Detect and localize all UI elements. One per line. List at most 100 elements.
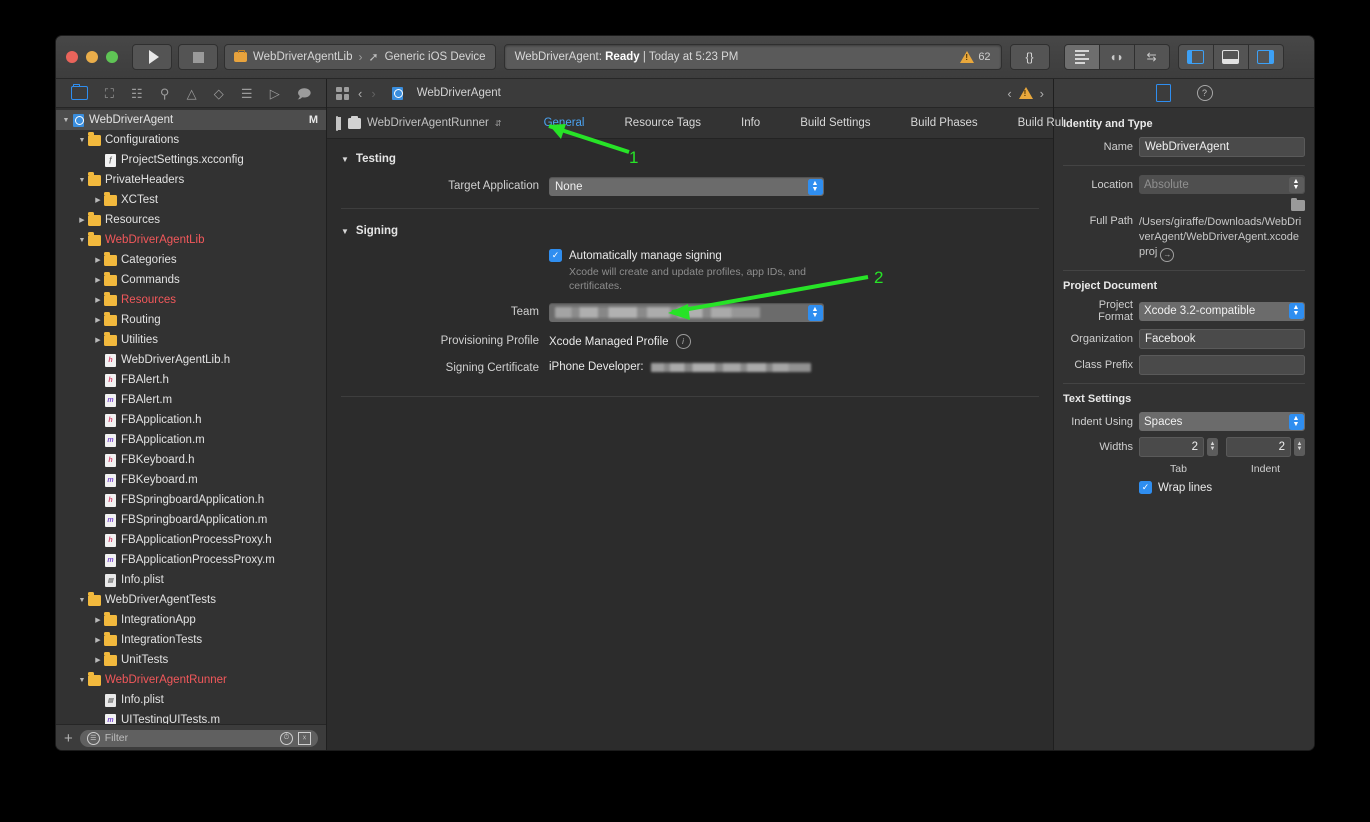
project-navigator-icon[interactable] [70, 84, 88, 100]
zoom-window-button[interactable] [106, 51, 118, 63]
source-control-navigator-icon[interactable]: ⛶ [105, 87, 114, 100]
tree-row[interactable]: m FBAlert.m [56, 390, 326, 410]
project-tree[interactable]: ▼ WebDriverAgent M ▼ Configurations ƒ ProjectS… [56, 108, 326, 724]
quick-help-icon[interactable]: ? [1196, 85, 1213, 101]
tab-build-rul[interactable]: Build Rul [998, 117, 1084, 129]
tree-row[interactable]: h FBApplicationProcessProxy.h [56, 530, 326, 550]
tree-row[interactable]: ▶ Resources [56, 290, 326, 310]
minimize-window-button[interactable] [86, 51, 98, 63]
disclosure-triangle-icon[interactable]: ▶ [92, 336, 104, 344]
tab-width-input[interactable]: 2 [1139, 437, 1204, 458]
version-editor-button[interactable]: ⇆ [1134, 44, 1170, 70]
tree-row[interactable]: ▼ WebDriverAgentLib [56, 230, 326, 250]
auto-manage-signing-checkbox[interactable]: ✓ [549, 249, 562, 262]
jumpbar-title[interactable]: WebDriverAgent [417, 87, 501, 99]
tree-row[interactable]: m UITestingUITests.m [56, 710, 326, 724]
close-window-button[interactable] [66, 51, 78, 63]
tree-row[interactable]: ▶ Resources [56, 210, 326, 230]
disclosure-triangle-icon[interactable]: ▶ [92, 616, 104, 624]
tree-row[interactable]: ▤ Info.plist [56, 690, 326, 710]
standard-editor-button[interactable] [1063, 44, 1100, 70]
indent-using-popup[interactable]: Spaces ▲ ▼ [1139, 412, 1305, 432]
disclosure-triangle-icon[interactable]: ▶ [76, 216, 88, 224]
class-prefix-input[interactable] [1139, 355, 1305, 376]
add-item-button[interactable]: + [64, 731, 73, 746]
related-items-icon[interactable] [336, 86, 349, 100]
issue-navigator-icon[interactable]: △ [187, 87, 197, 100]
disclosure-triangle-icon[interactable]: ▼ [76, 597, 88, 604]
indent-width-stepper-icon[interactable]: ▲ ▼ [1294, 438, 1305, 457]
file-inspector-icon[interactable] [1155, 84, 1171, 102]
tree-row[interactable]: ▶ XCTest [56, 190, 326, 210]
target-selector[interactable]: WebDriverAgentRunner ⇵ [338, 115, 502, 129]
debug-navigator-icon[interactable]: ☰ [241, 87, 253, 100]
source-control-filter-icon[interactable]: ☓ [298, 731, 311, 745]
run-button[interactable] [132, 44, 172, 70]
symbol-navigator-icon[interactable]: ☷ [131, 87, 143, 100]
disclosure-triangle-icon[interactable]: ▼ [60, 117, 72, 124]
tree-row[interactable]: ▶ Routing [56, 310, 326, 330]
tree-row[interactable]: ƒ ProjectSettings.xcconfig [56, 150, 326, 170]
stop-button[interactable] [178, 44, 218, 70]
next-issue-button[interactable]: › [1040, 86, 1044, 101]
tree-row[interactable]: ▼ WebDriverAgent M [56, 110, 326, 130]
previous-issue-button[interactable]: ‹ [1007, 86, 1011, 101]
disclosure-triangle-icon[interactable]: ▶ [92, 256, 104, 264]
wrap-lines-checkbox[interactable]: ✓ [1139, 481, 1152, 495]
tree-row[interactable]: h FBSpringboardApplication.h [56, 490, 326, 510]
breakpoint-navigator-icon[interactable]: ▷ [270, 87, 280, 100]
tree-row[interactable]: ▶ Commands [56, 270, 326, 290]
tree-row[interactable]: h FBApplication.h [56, 410, 326, 430]
tree-row[interactable]: h FBKeyboard.h [56, 450, 326, 470]
tree-row[interactable]: ▶ Categories [56, 250, 326, 270]
tree-row[interactable]: ▤ Info.plist [56, 570, 326, 590]
disclosure-triangle-icon[interactable]: ▼ [76, 677, 88, 684]
scheme-selector[interactable]: WebDriverAgentLib › ➚ Generic iOS Device [224, 44, 496, 70]
indent-width-stepper[interactable]: 2 ▲ ▼ [1226, 437, 1305, 458]
tree-row[interactable]: ▼ WebDriverAgentTests [56, 590, 326, 610]
signing-section-header[interactable]: ▼ Signing [327, 225, 1053, 237]
library-button[interactable]: {} [1009, 44, 1050, 70]
tree-row[interactable]: m FBApplication.m [56, 430, 326, 450]
tree-row[interactable]: m FBApplicationProcessProxy.m [56, 550, 326, 570]
target-application-popup[interactable]: None ▲ ▼ [549, 177, 824, 196]
tree-row[interactable]: ▶ IntegrationApp [56, 610, 326, 630]
name-input[interactable]: WebDriverAgent [1139, 137, 1305, 157]
team-popup[interactable]: ▲ ▼ [549, 303, 824, 323]
tree-row[interactable]: h WebDriverAgentLib.h [56, 350, 326, 370]
disclosure-triangle-icon[interactable]: ▶ [92, 316, 104, 324]
indent-width-input[interactable]: 2 [1226, 437, 1291, 458]
reveal-in-finder-icon[interactable]: → [1160, 248, 1175, 263]
navigator-toggle-button[interactable] [1177, 44, 1214, 70]
organization-input[interactable]: Facebook [1139, 329, 1305, 350]
tab-resource-tags[interactable]: Resource Tags [605, 117, 722, 129]
disclosure-triangle-icon[interactable]: ▶ [92, 196, 104, 204]
disclosure-triangle-icon[interactable]: ▶ [92, 636, 104, 644]
toggle-target-list-button[interactable] [336, 115, 341, 131]
disclosure-triangle-icon[interactable]: ▼ [76, 137, 88, 144]
tree-row[interactable]: h FBAlert.h [56, 370, 326, 390]
tree-row[interactable]: m FBKeyboard.m [56, 470, 326, 490]
debug-area-toggle-button[interactable] [1213, 44, 1249, 70]
tree-row[interactable]: ▼ WebDriverAgentRunner [56, 670, 326, 690]
test-navigator-icon[interactable]: ◇ [214, 87, 224, 100]
disclosure-triangle-icon[interactable]: ▶ [92, 276, 104, 284]
tree-row[interactable]: ▼ PrivateHeaders [56, 170, 326, 190]
tab-build-settings[interactable]: Build Settings [780, 117, 890, 129]
choose-folder-button[interactable] [1291, 197, 1305, 211]
navigate-forward-button[interactable]: › [371, 86, 375, 101]
tab-info[interactable]: Info [721, 117, 780, 129]
recent-icon[interactable]: ⏱ [280, 731, 293, 745]
filter-input[interactable]: ☰ Filter ⏱ ☓ [79, 729, 318, 747]
tree-row[interactable]: m FBSpringboardApplication.m [56, 510, 326, 530]
project-format-popup[interactable]: Xcode 3.2-compatible ▲ ▼ [1139, 301, 1305, 321]
navigate-back-button[interactable]: ‹ [358, 86, 362, 101]
location-popup[interactable]: Absolute ▲ ▼ [1139, 175, 1305, 194]
disclosure-triangle-icon[interactable]: ▼ [76, 237, 88, 244]
tree-row[interactable]: ▶ UnitTests [56, 650, 326, 670]
tab-width-stepper-icon[interactable]: ▲ ▼ [1207, 438, 1218, 457]
tab-general[interactable]: General [524, 117, 605, 129]
report-navigator-icon[interactable]: 🗩 [297, 87, 311, 100]
warning-indicator[interactable]: 62 [960, 51, 991, 63]
utilities-toggle-button[interactable] [1248, 44, 1284, 70]
